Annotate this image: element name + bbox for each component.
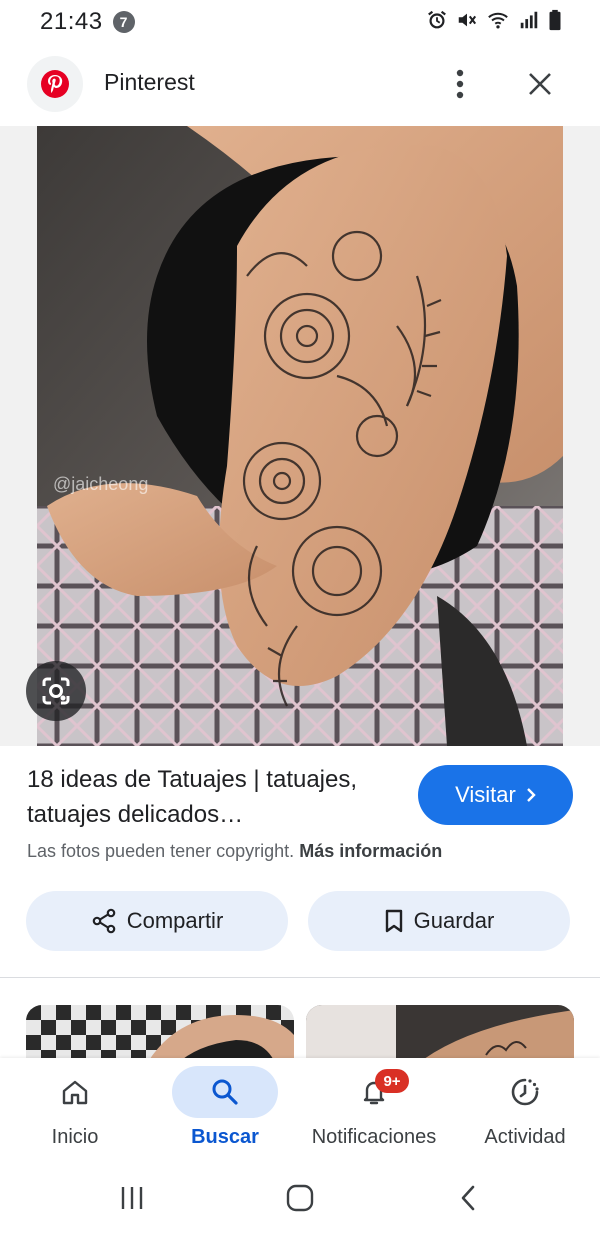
back-chevron-icon [461,1185,475,1211]
share-button[interactable]: Compartir [26,891,288,951]
nav-item-notificaciones[interactable]: 9+ Notificaciones [306,1058,442,1162]
nav-label-inicio: Inicio [51,1126,99,1148]
copyright-notice: Las fotos pueden tener copyright. Más in… [27,841,442,862]
nav-item-actividad[interactable]: Actividad [472,1058,578,1162]
home-icon [62,1080,88,1105]
bottom-navigation: Inicio Buscar 9+ Notificaciones Activida… [0,1058,600,1162]
browser-header: Pinterest [0,52,600,116]
close-button[interactable] [522,66,558,102]
system-navigation-bar [0,1162,600,1233]
visit-button[interactable]: Visitar [418,765,573,825]
save-button[interactable]: Guardar [308,891,570,951]
google-lens-icon [42,677,70,705]
recent-apps-icon [121,1187,143,1209]
status-bar: 21:43 7 [0,0,600,44]
recent-apps-button[interactable] [110,1178,154,1218]
related-image-1[interactable] [26,1005,294,1065]
site-name: Pinterest [104,69,195,95]
nav-label-notificaciones: Notificaciones [311,1126,437,1148]
more-info-link[interactable]: Más información [299,841,442,861]
nav-label-actividad: Actividad [484,1126,566,1148]
signal-icon [520,11,538,29]
nav-item-inicio[interactable]: Inicio [22,1058,128,1162]
alarm-icon [428,10,446,29]
chevron-right-icon [527,788,536,802]
result-title[interactable]: 18 ideas de Tatuajes | tatuajes, tatuaje… [27,762,397,832]
share-icon [92,908,116,934]
notification-count-badge: 7 [112,11,135,33]
nav-item-buscar[interactable]: Buscar [172,1058,278,1162]
image-watermark: @jaicheong [53,474,148,494]
more-options-button[interactable] [444,66,476,102]
bookmark-icon [385,909,402,933]
related-image-2[interactable] [306,1005,574,1065]
tattoo-image[interactable]: @jaicheong [37,126,563,746]
image-preview-area: @jaicheong [0,126,600,746]
status-icons [426,9,562,31]
battery-icon [549,9,561,31]
notification-badge: 9+ [375,1069,409,1093]
mute-icon [458,13,477,27]
visit-label: Visitar [455,782,516,807]
more-vert-icon [456,69,464,99]
share-label: Compartir [126,908,224,933]
home-circle-icon [286,1184,314,1212]
status-time: 21:43 [40,8,103,35]
save-label: Guardar [413,908,495,933]
home-system-button[interactable] [278,1178,322,1218]
search-icon [212,1079,238,1105]
copyright-text: Las fotos pueden tener copyright. [27,841,295,861]
activity-icon [511,1078,539,1106]
nav-label-buscar: Buscar [191,1126,259,1148]
google-lens-button[interactable] [26,661,86,721]
wifi-icon [488,12,508,29]
back-button[interactable] [446,1178,490,1218]
close-icon [529,73,551,95]
pinterest-logo-icon [27,56,83,112]
divider [0,977,600,978]
